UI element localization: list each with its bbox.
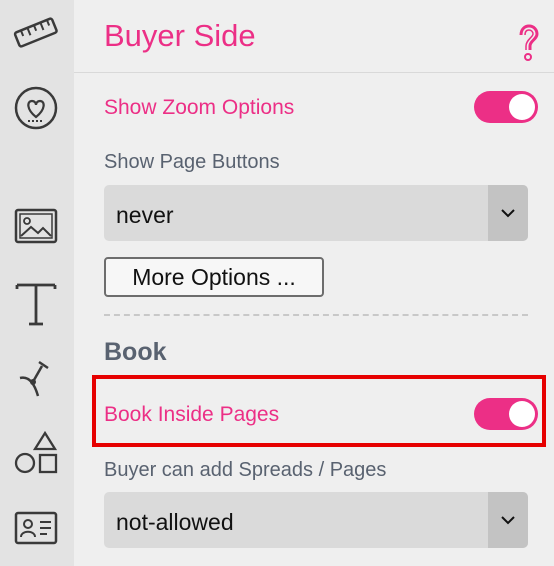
show-zoom-toggle[interactable]: [474, 91, 538, 123]
shapes-tool[interactable]: [10, 428, 62, 480]
chevron-down-icon: [501, 209, 515, 218]
select-arrow: [488, 185, 528, 241]
spreads-select[interactable]: not-allowed: [104, 492, 528, 548]
image-tool[interactable]: [10, 200, 62, 252]
panel-title: Buyer Side: [104, 18, 256, 53]
ruler-icon: [13, 17, 58, 48]
card-tool[interactable]: [10, 502, 62, 554]
book-inside-pages-toggle[interactable]: [474, 398, 538, 430]
book-inside-pages-label: Book Inside Pages: [104, 403, 280, 426]
text-icon: [15, 283, 57, 326]
buyer-side-panel: Buyer Side Show Zoom Options Show Page B…: [74, 0, 554, 566]
section-divider: [104, 314, 528, 316]
spreads-label: Buyer can add Spreads / Pages: [104, 459, 387, 481]
ruler-tool[interactable]: [10, 7, 62, 59]
favorites-tool[interactable]: [10, 82, 62, 134]
more-options-button[interactable]: More Options ...: [104, 257, 324, 297]
show-zoom-label: Show Zoom Options: [104, 96, 295, 119]
tool-sidebar: [0, 0, 74, 566]
text-tool[interactable]: [10, 278, 62, 330]
panel-header: Buyer Side: [74, 0, 554, 73]
help-icon[interactable]: [514, 24, 544, 62]
path-tool[interactable]: [10, 352, 62, 404]
book-section-title: Book: [104, 338, 167, 366]
id-card-icon: [14, 511, 58, 545]
page-buttons-value: never: [116, 202, 174, 228]
heart-badge-icon: [14, 86, 58, 130]
page-buttons-label: Show Page Buttons: [104, 151, 280, 173]
chevron-down-icon: [501, 516, 515, 525]
toggle-knob: [509, 401, 535, 427]
toggle-knob: [509, 94, 535, 120]
page-buttons-select[interactable]: never: [104, 185, 528, 241]
curve-path-icon: [19, 360, 49, 397]
shapes-icon: [14, 430, 58, 474]
spreads-value: not-allowed: [116, 509, 234, 535]
select-arrow: [488, 492, 528, 548]
image-icon: [14, 208, 58, 244]
